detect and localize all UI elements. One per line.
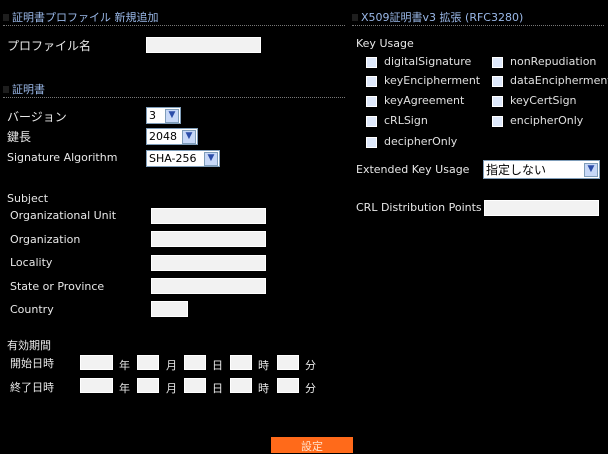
crl-label: CRL Distribution Points	[356, 201, 482, 214]
end-month-input[interactable]	[137, 378, 159, 393]
month-unit: 月	[166, 359, 177, 372]
minute-unit: 分	[305, 359, 316, 372]
key-cert-sign-label: keyCertSign	[510, 94, 577, 107]
version-value: 3	[149, 109, 156, 122]
org-label: Organization	[10, 233, 81, 246]
key-agreement-label: keyAgreement	[384, 94, 465, 107]
sig-alg-label: Signature Algorithm	[7, 151, 118, 164]
day-unit: 日	[212, 382, 223, 395]
grip-icon	[3, 13, 9, 21]
key-length-select[interactable]: 2048 ▼	[146, 128, 198, 145]
encipher-only-label: encipherOnly	[510, 114, 584, 127]
key-agreement-checkbox[interactable]	[366, 96, 377, 107]
validity-heading: 有効期間	[7, 339, 51, 352]
section-divider	[352, 25, 604, 26]
hour-unit: 時	[258, 359, 269, 372]
country-input[interactable]	[151, 301, 188, 317]
version-select[interactable]: 3 ▼	[146, 107, 181, 124]
key-usage-heading: Key Usage	[356, 37, 414, 50]
key-length-value: 2048	[149, 130, 177, 143]
end-hour-input[interactable]	[230, 378, 252, 393]
ou-label: Organizational Unit	[10, 209, 117, 222]
decipher-only-checkbox[interactable]	[366, 137, 377, 148]
grip-icon	[3, 85, 9, 93]
chevron-down-icon: ▼	[584, 162, 598, 177]
chevron-down-icon: ▼	[182, 129, 196, 144]
end-label: 終了日時	[10, 381, 54, 394]
end-year-input[interactable]	[80, 378, 113, 393]
subject-heading: Subject	[7, 192, 49, 205]
sig-alg-value: SHA-256	[149, 152, 197, 165]
state-label: State or Province	[10, 280, 105, 293]
profile-name-input[interactable]	[146, 37, 261, 53]
sig-alg-select[interactable]: SHA-256 ▼	[146, 150, 220, 167]
year-unit: 年	[119, 382, 130, 395]
minute-unit: 分	[305, 382, 316, 395]
start-month-input[interactable]	[137, 355, 159, 370]
key-length-label: 鍵長	[7, 130, 32, 144]
profile-section-title: 証明書プロファイル 新規追加	[3, 9, 159, 25]
eku-value: 指定しない	[486, 163, 547, 177]
cert-section-title: 証明書	[3, 81, 45, 97]
country-label: Country	[10, 303, 54, 316]
locality-input[interactable]	[151, 255, 266, 271]
section-divider	[3, 97, 345, 98]
data-encipherment-checkbox[interactable]	[492, 76, 503, 87]
crl-input[interactable]	[484, 200, 599, 216]
digital-signature-checkbox[interactable]	[366, 57, 377, 68]
start-minute-input[interactable]	[277, 355, 299, 370]
day-unit: 日	[212, 359, 223, 372]
grip-icon	[352, 13, 358, 21]
data-encipherment-label: dataEncipherment	[510, 74, 608, 87]
eku-select[interactable]: 指定しない ▼	[483, 160, 600, 179]
decipher-only-label: decipherOnly	[384, 135, 458, 148]
locality-label: Locality	[10, 256, 53, 269]
crl-sign-label: cRLSign	[384, 114, 428, 127]
section-divider	[3, 25, 345, 26]
key-cert-sign-checkbox[interactable]	[492, 96, 503, 107]
year-unit: 年	[119, 359, 130, 372]
digital-signature-label: digitalSignature	[384, 55, 472, 68]
org-input[interactable]	[151, 231, 266, 247]
cert-section-title-text: 証明書	[12, 83, 45, 96]
chevron-down-icon: ▼	[165, 108, 179, 123]
key-encipherment-checkbox[interactable]	[366, 76, 377, 87]
non-repudiation-checkbox[interactable]	[492, 57, 503, 68]
non-repudiation-label: nonRepudiation	[510, 55, 597, 68]
month-unit: 月	[166, 382, 177, 395]
x509-section-title-text: X509証明書v3 拡張 (RFC3280)	[361, 11, 524, 24]
encipher-only-checkbox[interactable]	[492, 116, 503, 127]
hour-unit: 時	[258, 382, 269, 395]
state-input[interactable]	[151, 278, 266, 294]
end-day-input[interactable]	[184, 378, 206, 393]
start-year-input[interactable]	[80, 355, 113, 370]
end-minute-input[interactable]	[277, 378, 299, 393]
x509-section-title: X509証明書v3 拡張 (RFC3280)	[352, 9, 523, 25]
chevron-down-icon: ▼	[204, 151, 218, 166]
eku-label: Extended Key Usage	[356, 163, 470, 176]
submit-button[interactable]: 設定	[271, 437, 353, 453]
start-label: 開始日時	[10, 357, 54, 370]
profile-section-title-text: 証明書プロファイル 新規追加	[12, 11, 159, 24]
version-label: バージョン	[7, 110, 67, 124]
key-encipherment-label: keyEncipherment	[384, 74, 481, 87]
start-day-input[interactable]	[184, 355, 206, 370]
ou-input[interactable]	[151, 208, 266, 224]
profile-name-label: プロファイル名	[7, 39, 92, 53]
start-hour-input[interactable]	[230, 355, 252, 370]
crl-sign-checkbox[interactable]	[366, 116, 377, 127]
